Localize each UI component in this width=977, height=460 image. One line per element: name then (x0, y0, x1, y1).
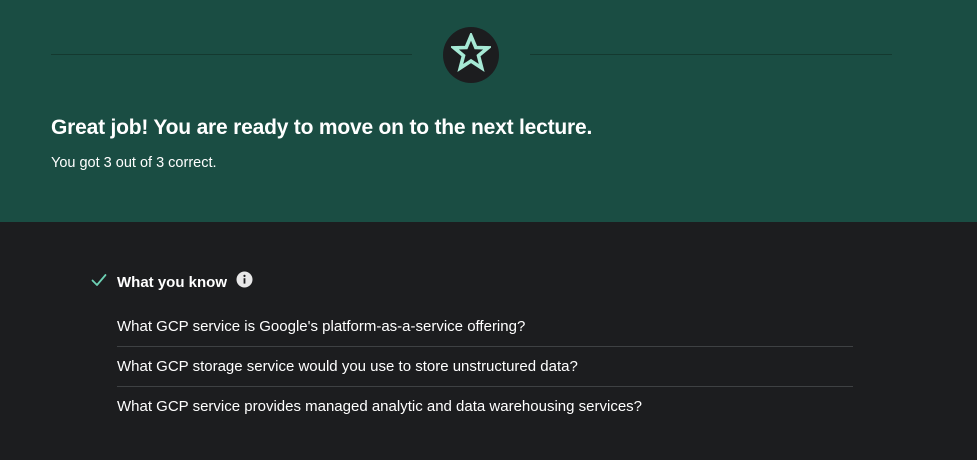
what-you-know-header: What you know (90, 268, 853, 296)
info-icon[interactable] (227, 271, 253, 293)
what-you-know-section: What you know What GCP service is Google… (90, 268, 853, 426)
star-badge (443, 27, 499, 83)
results-banner: Great job! You are ready to move on to t… (0, 0, 977, 222)
what-you-know-title: What you know (117, 273, 227, 291)
banner-divider-left (51, 54, 412, 55)
star-icon (449, 30, 493, 78)
question-item: What GCP service provides managed analyt… (117, 398, 642, 415)
question-item: What GCP service is Google's platform-as… (117, 307, 853, 347)
known-questions-list: What GCP service is Google's platform-as… (117, 307, 853, 426)
banner-divider-right (530, 54, 892, 55)
score-summary: You got 3 out of 3 correct. (51, 155, 217, 171)
check-icon (90, 271, 117, 294)
result-title: Great job! You are ready to move on to t… (51, 116, 593, 139)
question-item: What GCP storage service would you use t… (117, 347, 853, 387)
